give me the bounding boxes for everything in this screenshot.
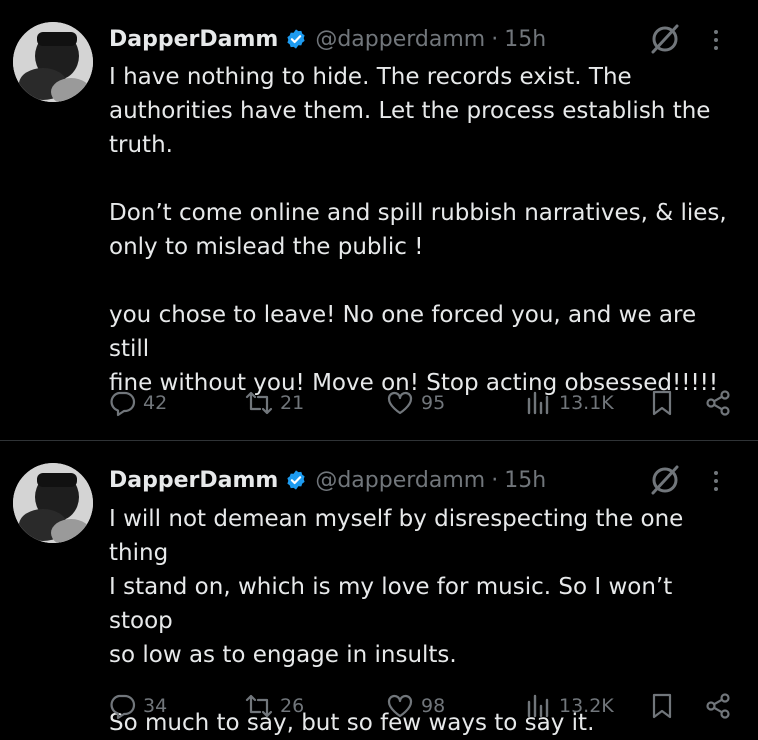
author-handle[interactable]: @dapperdamm [315,27,485,52]
text-line: truth. [109,132,173,158]
tweet[interactable]: DapperDamm @dapperdamm · 15h I will not … [0,441,758,738]
share-button[interactable] [704,386,732,420]
views-bars-icon [527,694,549,718]
more-dots-icon[interactable] [704,28,728,52]
views-count: 13.2K [559,695,614,717]
action-bar: 42 21 95 13.1K [0,386,758,420]
reply-button[interactable]: 34 [108,689,167,723]
repost-arrows-icon [245,694,273,718]
avatar-photo-icon [13,22,93,102]
views-button[interactable]: 13.2K [524,689,614,723]
reply-bubble-icon [110,391,136,417]
text-line: so low as to engage in insults. [109,642,457,668]
tweet-text: I have nothing to hide. The records exis… [109,60,739,400]
grok-icon[interactable] [648,463,682,497]
views-button[interactable]: 13.1K [524,386,614,420]
text-line: authorities have them. Let the process e… [109,98,711,124]
reply-bubble-icon [110,694,136,720]
bookmark-icon [652,390,672,416]
author-name[interactable]: DapperDamm [109,27,278,52]
avatar[interactable] [13,22,93,102]
repost-button[interactable]: 26 [245,689,304,723]
avatar-photo-icon [13,463,93,543]
views-bars-icon [527,391,549,415]
bookmark-icon [652,693,672,719]
repost-count: 26 [280,695,305,717]
share-icon [706,693,730,719]
author-handle[interactable]: @dapperdamm [315,468,485,493]
views-count: 13.1K [559,392,614,414]
text-line: I stand on, which is my love for music. … [109,574,673,634]
share-button[interactable] [704,689,732,723]
tweet-header: DapperDamm @dapperdamm · 15h [109,22,546,56]
repost-arrows-icon [245,391,273,415]
heart-icon [387,391,413,415]
text-line: only to mislead the public ! [109,234,424,260]
heart-icon [387,694,413,718]
like-button[interactable]: 95 [386,386,445,420]
reply-count: 34 [143,695,168,717]
text-line: I have nothing to hide. The records exis… [109,64,632,90]
text-line: you chose to leave! No one forced you, a… [109,302,697,362]
timestamp[interactable]: 15h [504,468,546,493]
grok-icon[interactable] [648,22,682,56]
verified-badge-icon [285,469,307,491]
tweet-header: DapperDamm @dapperdamm · 15h [109,463,546,497]
repost-button[interactable]: 21 [245,386,304,420]
action-bar: 34 26 98 13.2K [0,689,758,723]
tweet[interactable]: DapperDamm @dapperdamm · 15h I have noth… [0,0,758,440]
avatar[interactable] [13,463,93,543]
author-name[interactable]: DapperDamm [109,468,278,493]
like-button[interactable]: 98 [386,689,445,723]
separator-dot: · [491,26,499,52]
text-line: Don’t come online and spill rubbish narr… [109,200,727,226]
like-count: 95 [421,392,446,414]
reply-count: 42 [143,392,168,414]
share-icon [706,390,730,416]
timestamp[interactable]: 15h [504,27,546,52]
text-line: I will not demean myself by disrespectin… [109,506,684,566]
like-count: 98 [421,695,446,717]
more-dots-icon[interactable] [704,469,728,493]
verified-badge-icon [285,28,307,50]
separator-dot: · [491,467,499,493]
reply-button[interactable]: 42 [108,386,167,420]
repost-count: 21 [280,392,305,414]
bookmark-button[interactable] [648,386,676,420]
bookmark-button[interactable] [648,689,676,723]
